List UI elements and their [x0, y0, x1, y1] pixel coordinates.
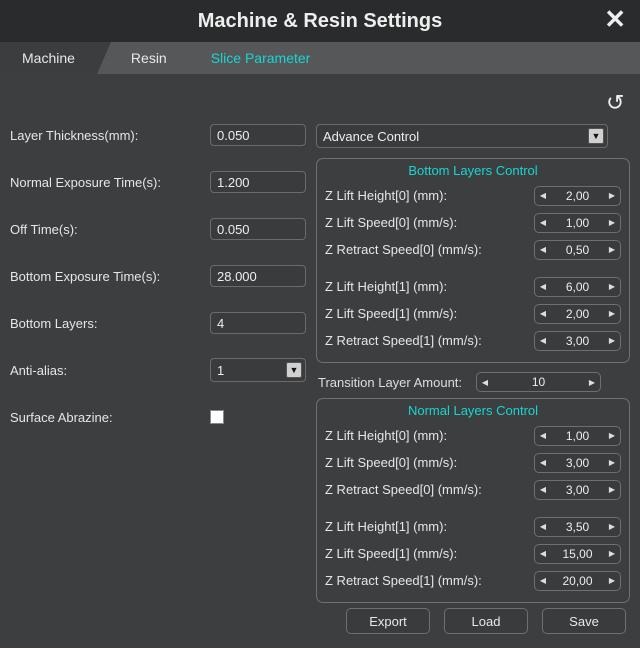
chevron-right-icon[interactable]: ▶	[604, 545, 620, 563]
normal-layers-title: Normal Layers Control	[325, 403, 621, 418]
bottom-layers-input[interactable]	[210, 312, 306, 334]
transition-label: Transition Layer Amount:	[318, 375, 476, 390]
chevron-right-icon[interactable]: ▶	[604, 518, 620, 536]
n0-lift-speed-spinner[interactable]: ◀3,00▶	[534, 453, 621, 473]
chevron-right-icon[interactable]: ▶	[584, 373, 600, 391]
chevron-right-icon[interactable]: ▶	[604, 214, 620, 232]
chevron-left-icon[interactable]: ◀	[535, 332, 551, 350]
chevron-left-icon[interactable]: ◀	[535, 241, 551, 259]
transition-spinner[interactable]: ◀10▶	[476, 372, 601, 392]
n1-lift-height-label: Z Lift Height[1] (mm):	[325, 519, 534, 534]
b0-lift-speed-label: Z Lift Speed[0] (mm/s):	[325, 215, 534, 230]
chevron-right-icon[interactable]: ▶	[604, 572, 620, 590]
chevron-right-icon[interactable]: ▶	[604, 187, 620, 205]
b0-lift-height-spinner[interactable]: ◀2,00▶	[534, 186, 621, 206]
chevron-left-icon[interactable]: ◀	[535, 545, 551, 563]
anti-alias-label: Anti-alias:	[10, 363, 210, 378]
b1-lift-speed-spinner[interactable]: ◀2,00▶	[534, 304, 621, 324]
chevron-right-icon[interactable]: ▶	[604, 332, 620, 350]
chevron-left-icon[interactable]: ◀	[535, 481, 551, 499]
bottom-exposure-input[interactable]	[210, 265, 306, 287]
n0-lift-height-spinner[interactable]: ◀1,00▶	[534, 426, 621, 446]
b1-retract-speed-spinner[interactable]: ◀3,00▶	[534, 331, 621, 351]
b0-retract-speed-spinner[interactable]: ◀0,50▶	[534, 240, 621, 260]
advance-control-combo[interactable]: Advance Control ▼	[316, 124, 608, 148]
tab-resin[interactable]: Resin	[97, 42, 189, 74]
b0-lift-speed-spinner[interactable]: ◀1,00▶	[534, 213, 621, 233]
n0-lift-height-label: Z Lift Height[0] (mm):	[325, 428, 534, 443]
bottom-layers-fieldset: Bottom Layers Control Z Lift Height[0] (…	[316, 158, 630, 363]
dialog-title: Machine & Resin Settings	[198, 10, 443, 33]
export-button[interactable]: Export	[346, 608, 430, 634]
off-time-label: Off Time(s):	[10, 222, 210, 237]
bottom-exposure-label: Bottom Exposure Time(s):	[10, 269, 210, 284]
b1-lift-speed-label: Z Lift Speed[1] (mm/s):	[325, 306, 534, 321]
b1-lift-height-spinner[interactable]: ◀6,00▶	[534, 277, 621, 297]
b0-lift-height-label: Z Lift Height[0] (mm):	[325, 188, 534, 203]
chevron-left-icon[interactable]: ◀	[535, 278, 551, 296]
chevron-right-icon[interactable]: ▶	[604, 305, 620, 323]
b1-lift-height-label: Z Lift Height[1] (mm):	[325, 279, 534, 294]
anti-alias-combo[interactable]: 1 ▼	[210, 358, 306, 382]
normal-exposure-input[interactable]	[210, 171, 306, 193]
n0-retract-speed-spinner[interactable]: ◀3,00▶	[534, 480, 621, 500]
n0-retract-speed-label: Z Retract Speed[0] (mm/s):	[325, 482, 534, 497]
advance-control-value: Advance Control	[323, 129, 419, 144]
tab-slice-parameter[interactable]: Slice Parameter	[189, 42, 333, 74]
tab-machine[interactable]: Machine	[0, 42, 97, 74]
close-icon[interactable]: ✕	[604, 6, 626, 32]
chevron-left-icon[interactable]: ◀	[535, 454, 551, 472]
tab-bar: Machine Resin Slice Parameter	[0, 42, 640, 74]
chevron-right-icon[interactable]: ▶	[604, 241, 620, 259]
off-time-input[interactable]	[210, 218, 306, 240]
chevron-right-icon[interactable]: ▶	[604, 481, 620, 499]
chevron-down-icon: ▼	[286, 362, 302, 378]
chevron-left-icon[interactable]: ◀	[535, 187, 551, 205]
b0-retract-speed-label: Z Retract Speed[0] (mm/s):	[325, 242, 534, 257]
bottom-layers-label: Bottom Layers:	[10, 316, 210, 331]
chevron-left-icon[interactable]: ◀	[535, 214, 551, 232]
n1-retract-speed-spinner[interactable]: ◀20,00▶	[534, 571, 621, 591]
bottom-layers-title: Bottom Layers Control	[325, 163, 621, 178]
surface-abrazine-checkbox[interactable]	[210, 410, 224, 424]
normal-exposure-label: Normal Exposure Time(s):	[10, 175, 210, 190]
titlebar: Machine & Resin Settings ✕	[0, 0, 640, 42]
load-button[interactable]: Load	[444, 608, 528, 634]
chevron-down-icon: ▼	[588, 128, 604, 144]
chevron-left-icon[interactable]: ◀	[535, 518, 551, 536]
chevron-left-icon[interactable]: ◀	[535, 305, 551, 323]
chevron-left-icon[interactable]: ◀	[535, 427, 551, 445]
save-button[interactable]: Save	[542, 608, 626, 634]
chevron-left-icon[interactable]: ◀	[535, 572, 551, 590]
chevron-right-icon[interactable]: ▶	[604, 454, 620, 472]
n0-lift-speed-label: Z Lift Speed[0] (mm/s):	[325, 455, 534, 470]
layer-thickness-input[interactable]	[210, 124, 306, 146]
normal-layers-fieldset: Normal Layers Control Z Lift Height[0] (…	[316, 398, 630, 603]
anti-alias-value: 1	[217, 363, 224, 378]
refresh-icon[interactable]: ↻	[606, 90, 624, 116]
n1-lift-speed-spinner[interactable]: ◀15,00▶	[534, 544, 621, 564]
chevron-right-icon[interactable]: ▶	[604, 278, 620, 296]
layer-thickness-label: Layer Thickness(mm):	[10, 128, 210, 143]
chevron-right-icon[interactable]: ▶	[604, 427, 620, 445]
n1-retract-speed-label: Z Retract Speed[1] (mm/s):	[325, 573, 534, 588]
chevron-left-icon[interactable]: ◀	[477, 373, 493, 391]
n1-lift-height-spinner[interactable]: ◀3,50▶	[534, 517, 621, 537]
b1-retract-speed-label: Z Retract Speed[1] (mm/s):	[325, 333, 534, 348]
n1-lift-speed-label: Z Lift Speed[1] (mm/s):	[325, 546, 534, 561]
surface-abrazine-label: Surface Abrazine:	[10, 410, 210, 425]
